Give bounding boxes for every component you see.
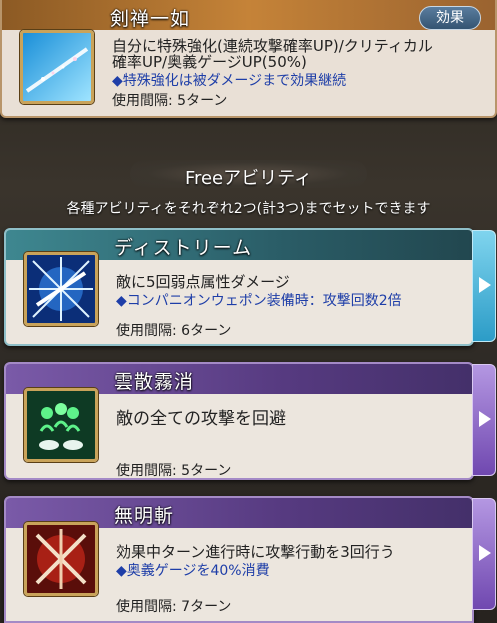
effect-button-label: 効果 <box>436 10 464 26</box>
ability-desc: 効果中ターン進行時に攻撃行動を3回行う <box>116 543 395 561</box>
ability-title: 無明斬 <box>114 505 175 527</box>
ability-icon-2 <box>24 388 98 462</box>
ability-icon-1 <box>24 252 98 326</box>
skill-cooldown: 使用間隔: 5ターン <box>112 93 228 109</box>
skill-title: 剣禅一如 <box>110 8 191 30</box>
ability-2-select-tab[interactable] <box>472 364 496 476</box>
slash-burst-icon <box>27 255 95 323</box>
free-section-subtitle: 各種アビリティをそれぞれ2つ(計3つ)までセットできます <box>66 201 431 217</box>
ability-desc: 敵に5回弱点属性ダメージ <box>116 273 290 291</box>
ability-cooldown: 使用間隔: 6ターン <box>116 323 232 339</box>
chevron-right-icon <box>479 411 491 427</box>
sword-light-icon <box>23 33 91 101</box>
ability-card-1[interactable]: ディストリーム 敵に5回弱点属性ダメージ ◆コンパニオンウェポン装備時：攻撃回数… <box>4 228 474 346</box>
ability-icon-3 <box>24 522 98 596</box>
ability-title: ディストリーム <box>114 237 253 259</box>
ability-cooldown: 使用間隔: 7ターン <box>116 599 232 615</box>
skill-desc-line2: 確率UP/奥義ゲージUP(50%) <box>112 53 307 71</box>
skill-desc-line1: 自分に特殊強化(連続攻撃確率UP)/クリティカル <box>112 37 433 55</box>
ability-title: 雲散霧消 <box>114 371 195 393</box>
chevron-right-icon <box>479 277 491 293</box>
ability-card-3[interactable]: 無明斬 効果中ターン進行時に攻撃行動を3回行う ◆奥義ゲージを40%消費 使用間… <box>4 496 474 623</box>
skill-card-top: 剣禅一如 効果 自分に特殊強化(連続攻撃確率UP)/クリティカル 確率UP/奥義… <box>0 0 497 118</box>
ability-cooldown: 使用間隔: 5ターン <box>116 463 232 479</box>
ability-card-2[interactable]: 雲散霧消 敵の全ての攻撃を回避 使用間隔: 5ターン <box>4 362 474 480</box>
effect-button[interactable]: 効果 <box>419 6 481 30</box>
ability-note: ◆奥義ゲージを40%消費 <box>116 563 270 579</box>
ability-1-select-tab[interactable] <box>472 230 496 342</box>
skill-icon-top <box>20 30 94 104</box>
ability-desc: 敵の全ての攻撃を回避 <box>116 409 286 429</box>
skill-note: ◆特殊強化は被ダメージまで効果継続 <box>112 73 347 89</box>
free-section-title: Freeアビリティ <box>184 168 313 189</box>
ability-note: ◆コンパニオンウェポン装備時：攻撃回数2倍 <box>116 293 402 309</box>
chevron-right-icon <box>479 545 491 561</box>
crossed-swords-icon <box>27 525 95 593</box>
evade-figures-icon <box>27 391 95 459</box>
ability-3-select-tab[interactable] <box>472 498 496 610</box>
